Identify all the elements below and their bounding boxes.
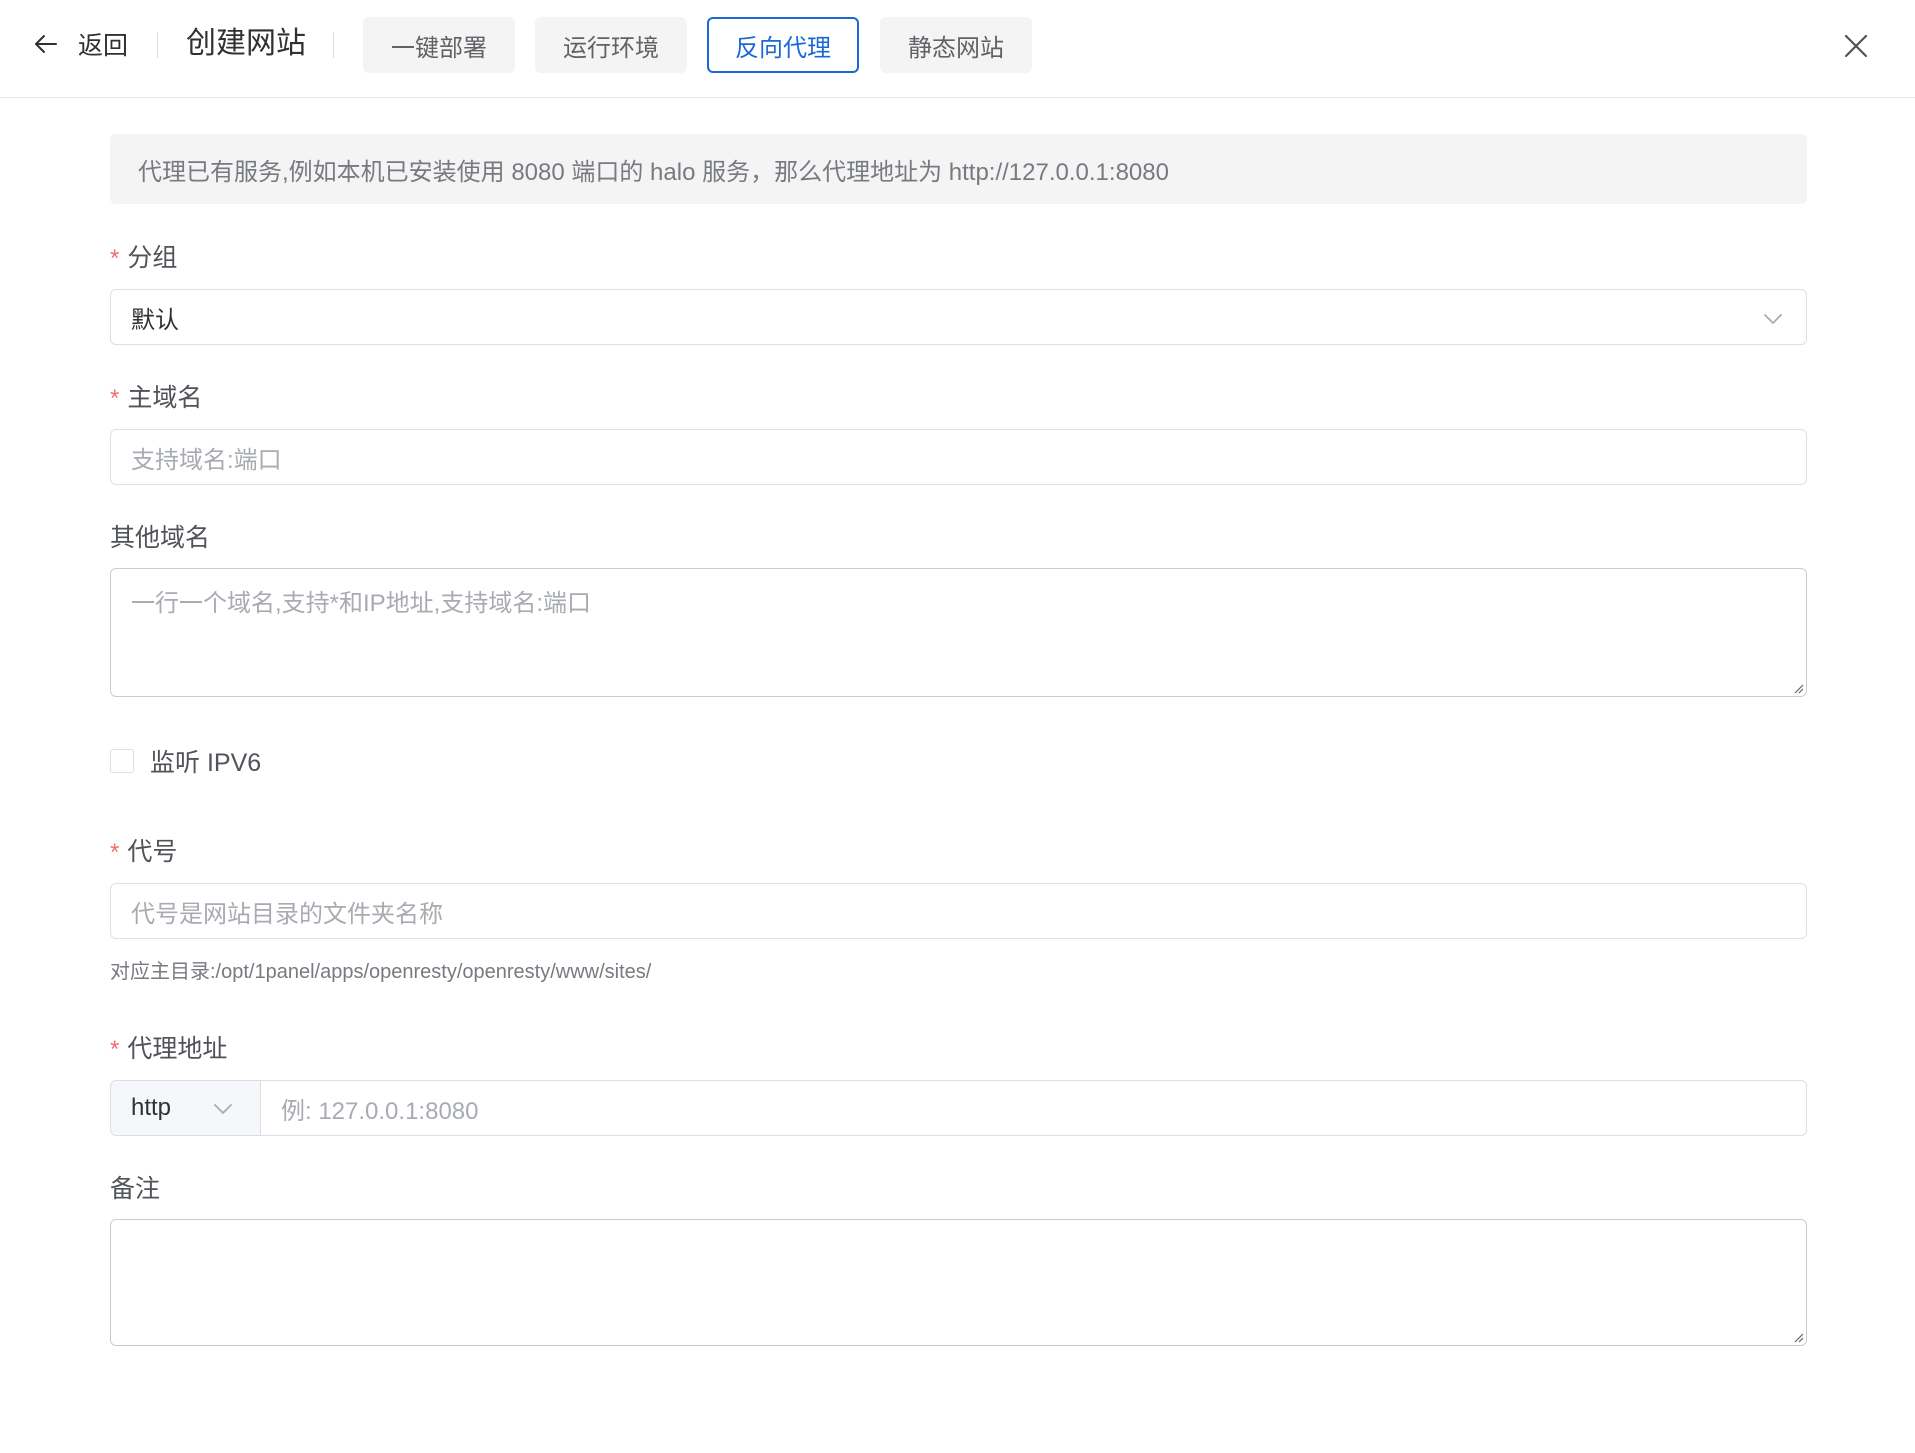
other-domains-textarea[interactable]: 一行一个域名,支持*和IP地址,支持域名:端口: [110, 568, 1807, 697]
required-mark: *: [110, 839, 120, 866]
ipv6-checkbox-row[interactable]: 监听 IPV6: [110, 744, 261, 778]
primary-domain-label: * 主域名: [110, 384, 203, 412]
tab-static-site[interactable]: 静态网站: [880, 17, 1032, 73]
close-button[interactable]: [1840, 30, 1872, 62]
back-button[interactable]: 返回: [32, 22, 128, 66]
other-domains-placeholder: 一行一个域名,支持*和IP地址,支持域名:端口: [131, 590, 592, 617]
proxy-label: * 代理地址: [110, 1035, 228, 1063]
proxy-address-input[interactable]: 例: 127.0.0.1:8080: [261, 1081, 1806, 1135]
required-mark: *: [110, 1036, 120, 1063]
other-domains-label: 其他域名: [110, 524, 211, 552]
ipv6-checkbox-label[interactable]: 监听 IPV6: [150, 743, 261, 779]
chevron-down-icon: [1764, 314, 1782, 324]
divider: [157, 32, 158, 58]
remark-textarea[interactable]: [110, 1219, 1807, 1346]
alias-label: * 代号: [110, 838, 178, 866]
page-title: 创建网站: [186, 27, 306, 60]
group-label: * 分组: [110, 244, 178, 272]
proxy-protocol-value: http: [131, 1094, 172, 1121]
primary-domain-input[interactable]: 支持域名:端口: [110, 429, 1807, 485]
group-select-value: 默认: [131, 306, 179, 334]
remark-label: 备注: [110, 1175, 161, 1203]
alias-input[interactable]: 代号是网站目录的文件夹名称: [110, 883, 1807, 939]
tab-reverse-proxy[interactable]: 反向代理: [707, 17, 859, 73]
required-mark: *: [110, 245, 120, 272]
tab-runtime[interactable]: 运行环境: [535, 17, 687, 73]
required-mark: *: [110, 385, 120, 412]
arrow-left-icon: [35, 35, 57, 53]
close-icon: [1844, 34, 1868, 58]
tab-one-click-deploy[interactable]: 一键部署: [363, 17, 515, 73]
info-alert: 代理已有服务,例如本机已安装使用 8080 端口的 halo 服务，那么代理地址…: [110, 134, 1807, 204]
chevron-down-icon: [214, 1104, 232, 1114]
back-label: 返回: [78, 32, 129, 60]
proxy-address-group: http 例: 127.0.0.1:8080: [110, 1080, 1807, 1136]
resize-handle-icon[interactable]: [1790, 680, 1804, 694]
group-select[interactable]: 默认: [110, 289, 1807, 345]
proxy-protocol-select[interactable]: http: [111, 1081, 261, 1135]
page-header: 返回 创建网站 一键部署 运行环境 反向代理 静态网站: [0, 0, 1915, 98]
alias-hint: 对应主目录:/opt/1panel/apps/openresty/openres…: [110, 961, 652, 983]
divider: [333, 32, 334, 58]
ipv6-checkbox[interactable]: [110, 749, 134, 773]
resize-handle-icon[interactable]: [1790, 1329, 1804, 1343]
